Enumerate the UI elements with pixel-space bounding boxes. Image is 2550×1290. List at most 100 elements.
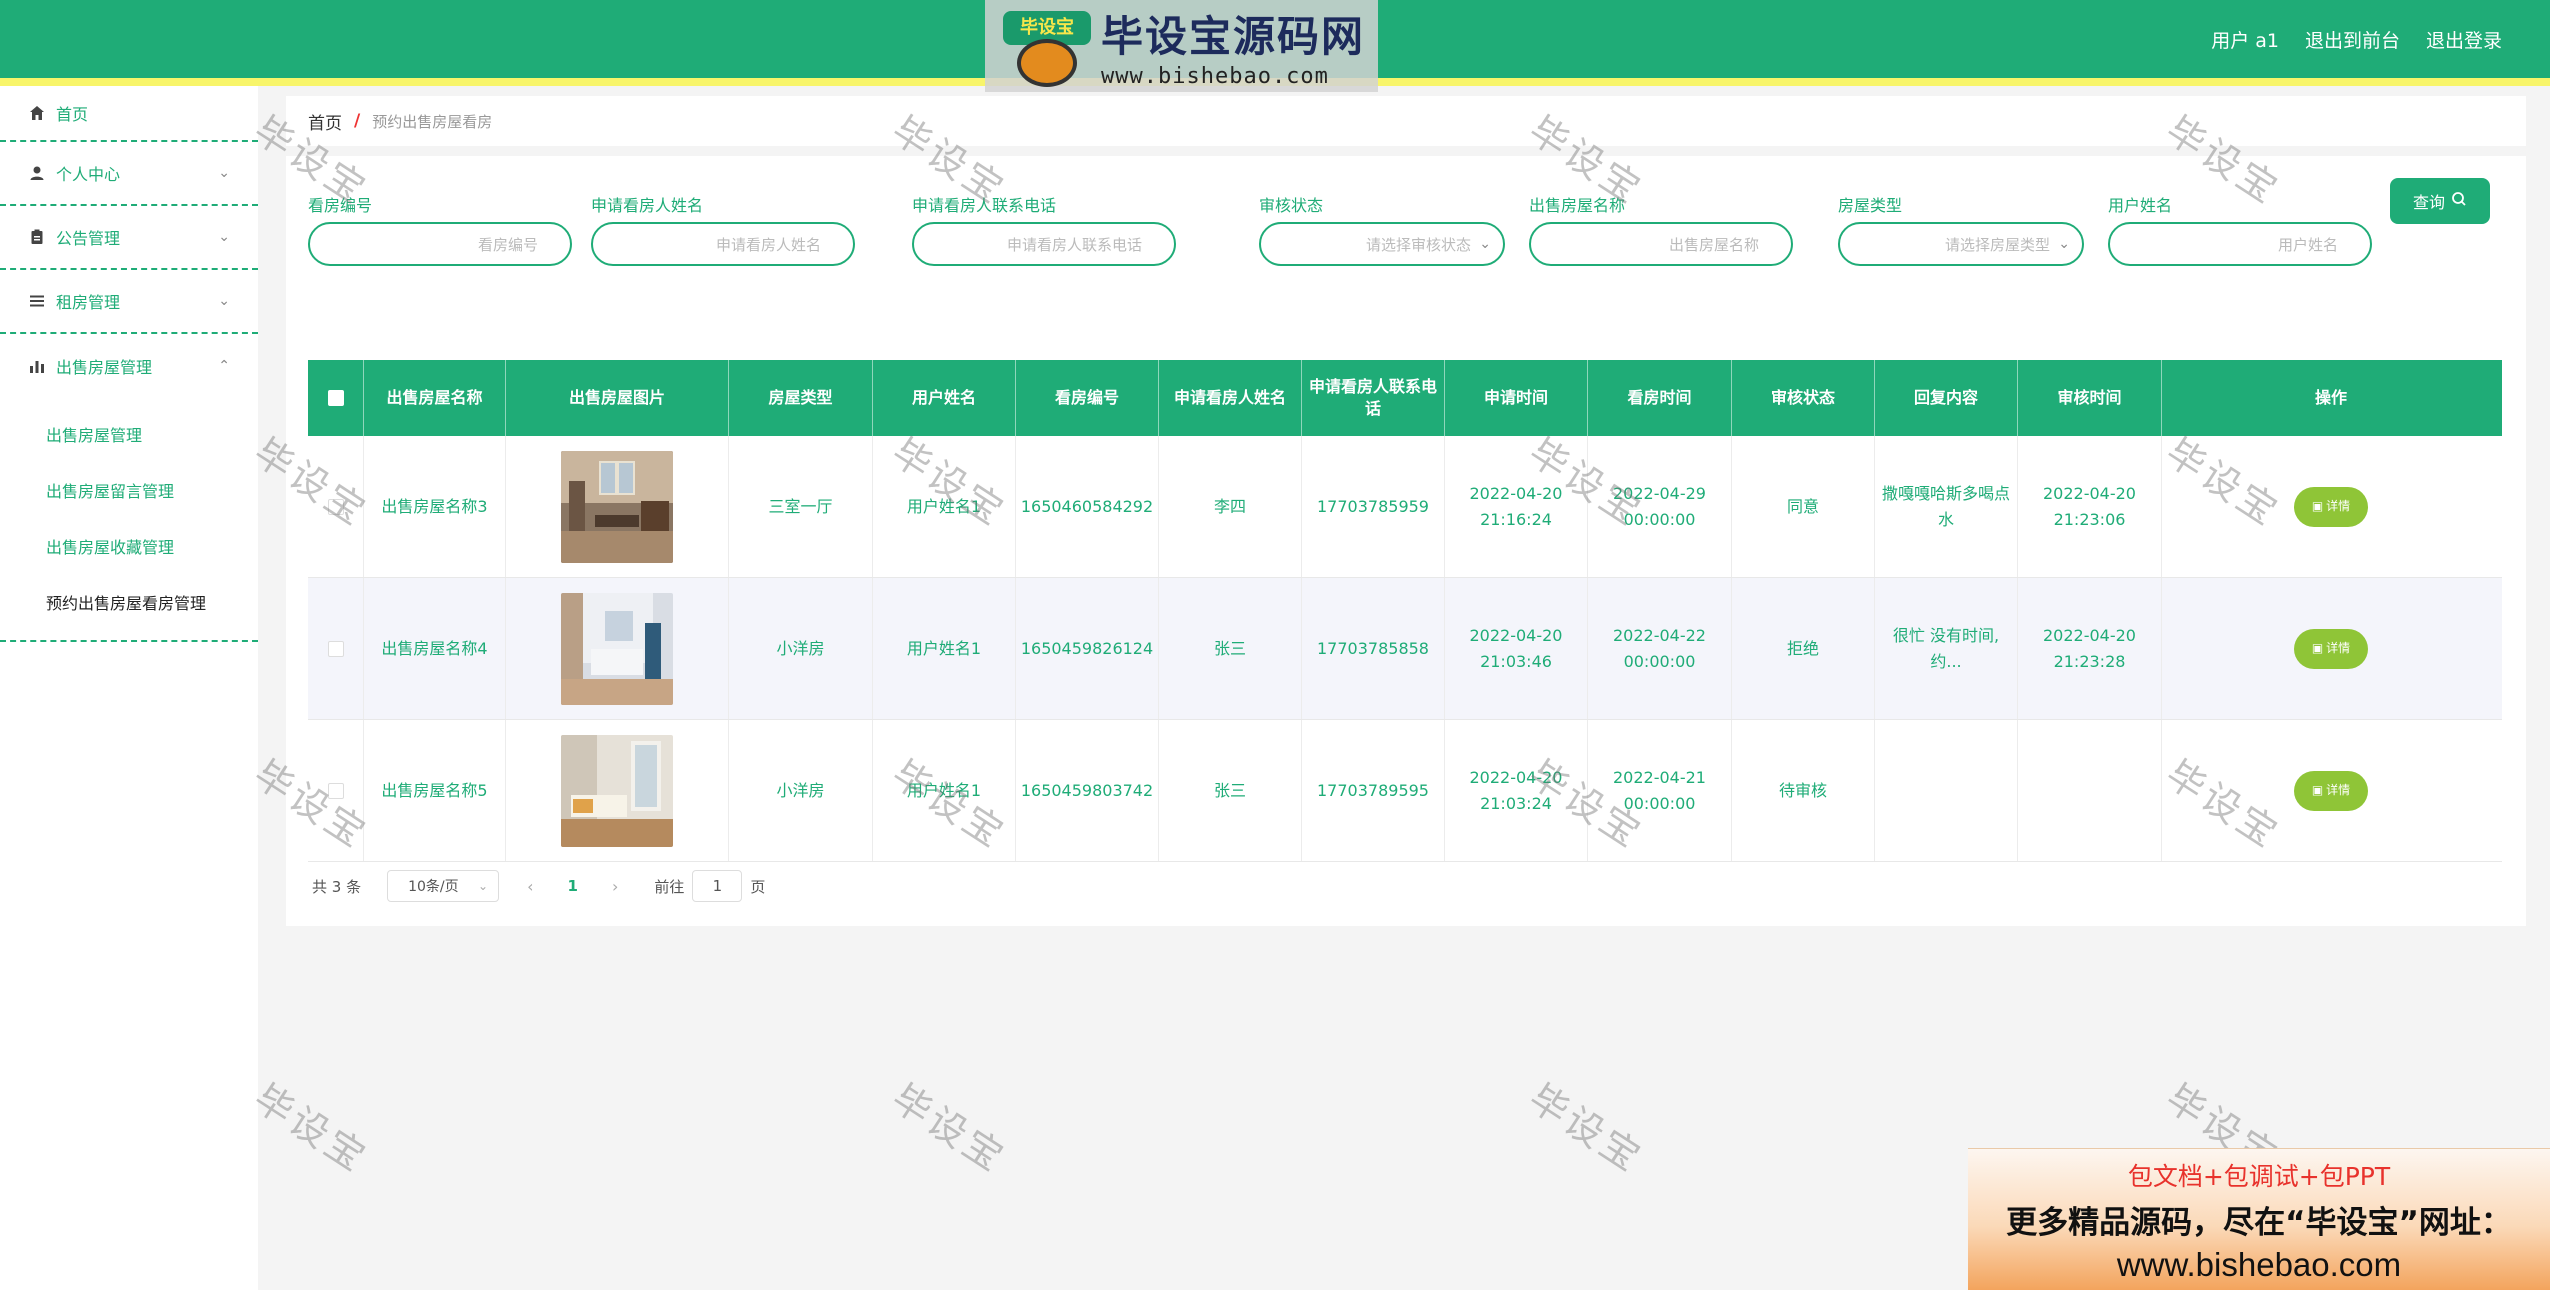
page-number[interactable]: 1: [568, 877, 578, 895]
filter-select-house-type[interactable]: 请选择房屋类型 ⌄: [1838, 222, 2084, 266]
filter-input-code[interactable]: 看房编号: [308, 222, 572, 266]
cell-apply-time: 2022-04-20 21:03:24: [1445, 720, 1588, 861]
detail-button[interactable]: ▣ 详情: [2294, 628, 2368, 669]
clipboard-icon: [28, 228, 46, 246]
column-header: 申请看房人联系电话: [1302, 360, 1445, 436]
cell-viewing-code: 1650460584292: [1016, 436, 1159, 577]
main-panel: 看房编号 看房编号 申请看房人姓名 申请看房人姓名 申请看房人联系电话 申请看房…: [286, 156, 2526, 926]
cell-view-time: 2022-04-21 00:00:00: [1588, 720, 1732, 861]
logo-title: 毕设宝源码网: [1101, 12, 1366, 61]
pagination-total: 共 3 条: [312, 877, 362, 896]
cell-user-name: 用户姓名1: [873, 578, 1016, 719]
page-size-select[interactable]: 10条/页 ⌄: [387, 870, 500, 902]
site-logo: 毕设宝 毕设宝源码网 www.bishebao.com: [985, 0, 1378, 92]
column-header: 操作: [2314, 387, 2347, 407]
cell-house-name[interactable]: 出售房屋名称5: [364, 720, 506, 861]
cell-house-name[interactable]: 出售房屋名称4: [364, 578, 506, 719]
ad-banner[interactable]: 包文档+包调试+包PPT 更多精品源码，尽在“毕设宝”网址： www.bishe…: [1968, 1148, 2550, 1290]
filter-input-house-name[interactable]: 出售房屋名称: [1529, 222, 1793, 266]
sidebar-subitem-sale-viewing[interactable]: 预约出售房屋看房管理: [0, 574, 258, 630]
logout-link[interactable]: 退出登录: [2426, 26, 2502, 53]
watermark: 毕设宝: [246, 1075, 376, 1182]
sidebar-item-rent[interactable]: 租房管理 ⌄: [0, 270, 258, 334]
cell-house-name[interactable]: 出售房屋名称3: [364, 436, 506, 577]
breadcrumb-home[interactable]: 首页: [308, 109, 342, 134]
breadcrumb-separator: /: [354, 111, 361, 131]
column-header: 审核时间: [2018, 360, 2162, 436]
sidebar-item-personal-center[interactable]: 个人中心 ⌄: [0, 142, 258, 206]
header-select-all: [308, 360, 364, 436]
logo-badge-icon: 毕设宝: [995, 3, 1095, 89]
cell-house-photo: [506, 436, 729, 577]
filter-input-applicant-name[interactable]: 申请看房人姓名: [591, 222, 855, 266]
cell-house-type: 三室一厅: [729, 436, 873, 577]
cell-applicant-name: 张三: [1159, 578, 1302, 719]
sidebar-item-notice[interactable]: 公告管理 ⌄: [0, 206, 258, 270]
sidebar-subitem-sale-house[interactable]: 出售房屋管理: [0, 406, 258, 462]
logo-url: www.bishebao.com: [1101, 64, 1329, 89]
filter-input-applicant-phone[interactable]: 申请看房人联系电话: [912, 222, 1176, 266]
filter-label-code: 看房编号: [308, 196, 373, 215]
column-header: 审核状态: [1732, 360, 1875, 436]
goto-label: 前往: [654, 877, 685, 896]
sidebar-item-home[interactable]: 首页: [0, 86, 258, 142]
goto-page-input[interactable]: 1: [692, 870, 743, 902]
cell-user-name: 用户姓名1: [873, 436, 1016, 577]
column-header: 看房编号: [1016, 360, 1159, 436]
page-suffix: 页: [750, 877, 766, 896]
cell-applicant-phone: 17703789595: [1302, 720, 1445, 861]
cell-house-type: 小洋房: [729, 720, 873, 861]
filter-input-user-name[interactable]: 用户姓名: [2108, 222, 2372, 266]
cell-applicant-phone: 17703785959: [1302, 436, 1445, 577]
cell-user-name: 用户姓名1: [873, 720, 1016, 861]
row-checkbox[interactable]: [327, 782, 344, 799]
cell-review-time: 2022-04-20 21:23:28: [2018, 578, 2162, 719]
cell-applicant-name: 李四: [1159, 436, 1302, 577]
sidebar-subitem-sale-favorite[interactable]: 出售房屋收藏管理: [0, 518, 258, 574]
pagination: 共 3 条 10条/页 ⌄ ‹ 1 › 前往 1 页: [308, 870, 765, 902]
cell-house-type: 小洋房: [729, 578, 873, 719]
sidebar-submenu-sale-house: 出售房屋管理 出售房屋留言管理 出售房屋收藏管理 预约出售房屋看房管理: [0, 398, 258, 642]
chevron-down-icon: ⌄: [2058, 236, 2070, 252]
cell-status: 拒绝: [1732, 578, 1875, 719]
column-header: 看房时间: [1588, 360, 1732, 436]
row-checkbox[interactable]: [327, 640, 344, 657]
filter-label-applicant-phone: 申请看房人联系电话: [912, 196, 1057, 215]
sidebar-item-sale-house[interactable]: 出售房屋管理 ⌃: [0, 334, 258, 398]
cell-review-time: [2018, 720, 2162, 861]
chevron-down-icon: ⌄: [218, 165, 230, 181]
next-page-icon[interactable]: ›: [612, 877, 618, 896]
chevron-down-icon: ⌄: [218, 229, 230, 245]
cell-reply: 撒嘎嘎哈斯多喝点水: [1875, 436, 2018, 577]
house-photo: [561, 450, 673, 563]
document-icon: ▣: [2311, 782, 2324, 797]
select-all-checkbox[interactable]: [327, 390, 344, 406]
column-header: 出售房屋图片: [506, 360, 729, 436]
cell-viewing-code: 1650459803742: [1016, 720, 1159, 861]
cell-reply: [1875, 720, 2018, 861]
detail-button[interactable]: ▣ 详情: [2294, 486, 2368, 527]
cell-status: 待审核: [1732, 720, 1875, 861]
column-header: 回复内容: [1875, 360, 2018, 436]
row-checkbox[interactable]: [327, 498, 344, 515]
column-header: 出售房屋名称: [364, 360, 506, 436]
cell-actions: ▣ 详情: [2162, 578, 2500, 719]
cell-house-photo: [506, 578, 729, 719]
prev-page-icon[interactable]: ‹: [527, 877, 533, 896]
cell-viewing-code: 1650459826124: [1016, 578, 1159, 719]
column-header: 申请时间: [1445, 360, 1588, 436]
query-button[interactable]: 查询: [2390, 178, 2490, 224]
table-row: 出售房屋名称4 小洋房 用户姓名1 1650459826124 张三 17703…: [308, 578, 2502, 720]
watermark: 毕设宝: [884, 1075, 1014, 1182]
user-label: 用户 a1: [2211, 29, 2279, 52]
column-header: 用户姓名: [873, 360, 1016, 436]
search-icon: [2451, 191, 2467, 211]
detail-button[interactable]: ▣ 详情: [2294, 770, 2368, 811]
to-front-link[interactable]: 退出到前台: [2305, 26, 2400, 53]
sidebar-subitem-sale-message[interactable]: 出售房屋留言管理: [0, 462, 258, 518]
cell-view-time: 2022-04-22 00:00:00: [1588, 578, 1732, 719]
filter-select-status[interactable]: 请选择审核状态 ⌄: [1259, 222, 1505, 266]
chevron-up-icon: ⌃: [218, 358, 230, 374]
cell-actions: ▣ 详情: [2162, 436, 2500, 577]
table-row: 出售房屋名称3 三室一厅 用户姓名1 1650460584292 李四 1770…: [308, 436, 2502, 578]
